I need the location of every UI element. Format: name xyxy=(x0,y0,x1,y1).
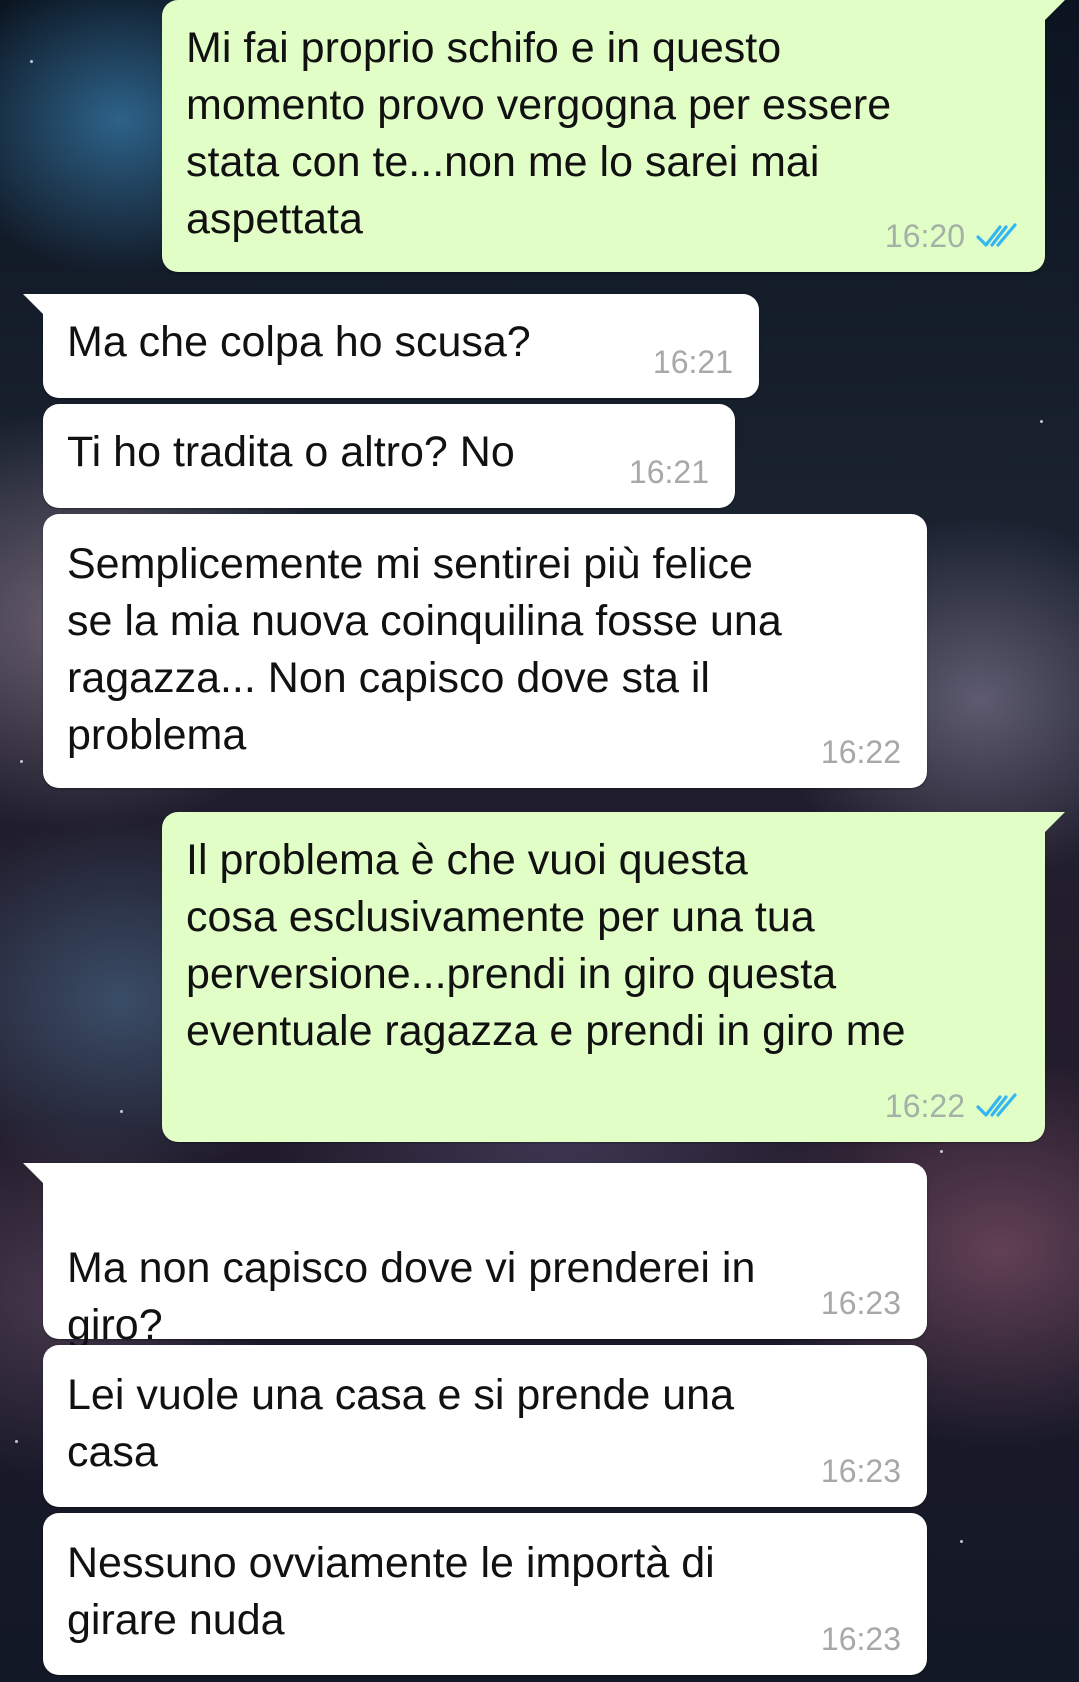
message-time: 16:22 xyxy=(820,734,901,770)
message-bubble-incoming[interactable]: Ma che colpa ho scusa? 16:21 xyxy=(23,294,759,398)
message-meta: 16:20 xyxy=(885,218,1019,254)
message-time: 16:23 xyxy=(820,1285,901,1321)
bubble-tail xyxy=(23,1163,45,1185)
double-check-read-icon xyxy=(976,1093,1017,1117)
bubble-tail xyxy=(1043,0,1065,22)
message-bubble-incoming[interactable]: Ti ho tradita o altro? No 16:21 xyxy=(43,404,735,508)
message-text: Ma che colpa ho scusa? xyxy=(67,318,531,366)
message-meta: 16:23 xyxy=(821,1621,901,1657)
message-text: Nessuno ovviamente le importà di girare … xyxy=(67,1539,715,1644)
message-bubble-incoming[interactable]: Ma non capisco dove vi prenderei in giro… xyxy=(23,1163,927,1415)
message-meta: 16:21 xyxy=(653,344,733,380)
message-bubble-incoming[interactable]: Nessuno ovviamente le importà di girare … xyxy=(43,1513,927,1675)
message-text: Lei vuole una casa e si prende una casa xyxy=(67,1371,734,1476)
message-text-content: Ma non capisco dove vi prenderei in giro… xyxy=(67,1244,756,1349)
bubble-tail xyxy=(1043,812,1065,834)
message-meta: 16:23 xyxy=(821,1285,901,1321)
message-text: Semplicemente mi sentirei più felice se … xyxy=(67,540,782,759)
message-text: Il problema è che vuoi questa cosa esclu… xyxy=(186,836,906,1055)
message-bubble-outgoing[interactable]: Mi fai proprio schifo e in questo moment… xyxy=(162,0,1065,272)
message-time: 16:23 xyxy=(820,1453,901,1489)
message-time: 16:22 xyxy=(884,1088,965,1124)
message-text: Ti ho tradita o altro? No xyxy=(67,428,515,476)
double-check-read-icon xyxy=(976,223,1017,247)
message-time: 16:21 xyxy=(628,454,709,490)
message-bubble-incoming[interactable]: Semplicemente mi sentirei più felice se … xyxy=(43,514,927,788)
bubble-tail xyxy=(23,294,45,316)
message-text: Mi fai proprio schifo e in questo moment… xyxy=(186,24,892,243)
chat-thread: Mi fai proprio schifo e in questo moment… xyxy=(0,0,1079,1682)
message-meta: 16:22 xyxy=(821,734,901,770)
message-bubble-incoming[interactable]: Lei vuole una casa e si prende una casa … xyxy=(43,1345,927,1507)
message-bubble-outgoing[interactable]: Il problema è che vuoi questa cosa esclu… xyxy=(162,812,1065,1142)
message-meta: 16:22 xyxy=(885,1088,1019,1124)
message-time: 16:21 xyxy=(652,344,733,380)
message-meta: 16:21 xyxy=(629,454,709,490)
message-meta: 16:23 xyxy=(821,1453,901,1489)
message-time: 16:23 xyxy=(820,1621,901,1657)
message-time: 16:20 xyxy=(884,218,965,254)
